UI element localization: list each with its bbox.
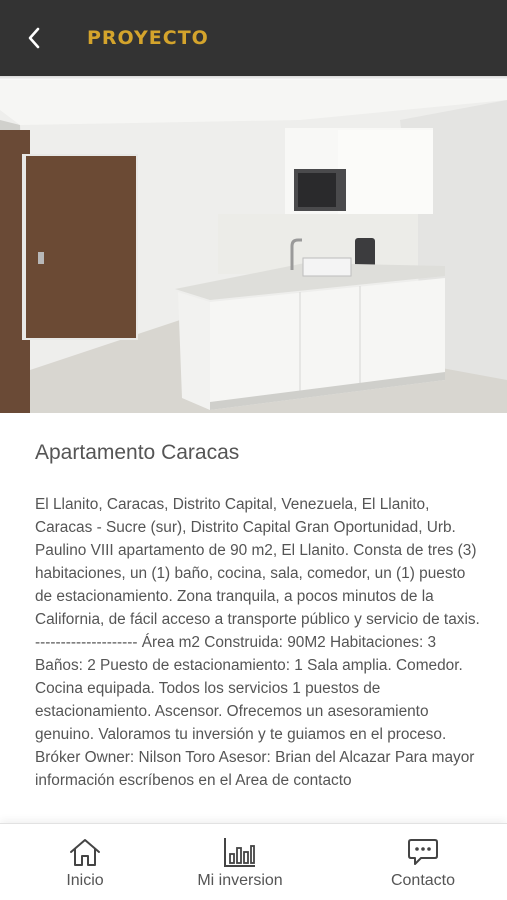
property-photo-carousel[interactable] — [0, 80, 507, 413]
back-button[interactable] — [18, 22, 50, 54]
chat-icon — [408, 839, 438, 865]
bar-chart-icon — [224, 838, 255, 867]
apartment-kitchen-photo — [0, 80, 507, 413]
content-fade — [0, 786, 507, 828]
home-icon — [70, 839, 100, 866]
tab-label: Mi inversion — [197, 872, 283, 889]
page-title: PROYECTO — [87, 27, 209, 49]
property-description: El Llanito, Caracas, Distrito Capital, V… — [35, 496, 480, 789]
tab-label: Inicio — [66, 872, 104, 889]
bottom-tab-bar: Inicio Mi inversion Contacto — [0, 823, 507, 900]
tab-contacto[interactable]: Contacto — [378, 824, 468, 900]
property-title: Apartamento Caracas — [35, 441, 240, 464]
top-bar: PROYECTO — [0, 0, 507, 76]
chevron-left-icon — [28, 27, 40, 49]
tab-label: Contacto — [390, 872, 456, 889]
tab-mi-inversion[interactable]: Mi inversion — [197, 824, 283, 900]
tab-inicio[interactable]: Inicio — [40, 824, 130, 900]
